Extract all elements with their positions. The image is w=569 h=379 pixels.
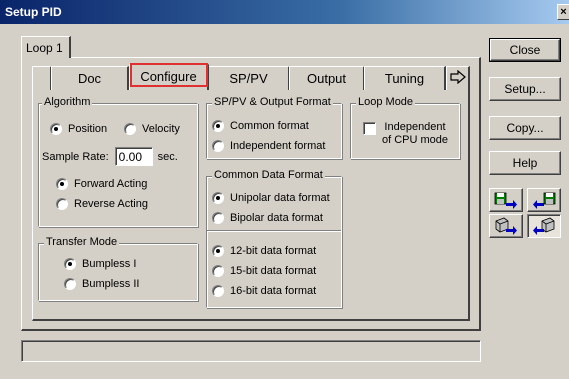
tab-loop-1-label: Loop 1 [26, 41, 63, 55]
transfer-mode-group [38, 243, 198, 301]
device-receive-icon [533, 217, 555, 235]
sppv-output-format-group-label: SP/PV & Output Format [212, 96, 333, 108]
bit12-option[interactable]: 12-bit data format [212, 245, 316, 257]
common-format-label: Common format [230, 120, 309, 132]
transfer-mode-group-label: Transfer Mode [44, 236, 120, 248]
reverse-acting-option[interactable]: Reverse Acting [56, 198, 148, 210]
setup-pid-window: Setup PID × Loop 1 Doc Configure SP/PV O… [0, 0, 569, 379]
tab-sppv-label: SP/PV [229, 71, 268, 86]
bumpless-1-label: Bumpless I [82, 258, 137, 270]
read-from-device-button[interactable] [527, 214, 561, 238]
algorithm-position-option[interactable]: Position [50, 123, 107, 135]
unipolar-label: Unipolar data format [230, 192, 330, 204]
sample-rate-row: Sample Rate: 0.00 sec. [42, 147, 178, 166]
common-data-format-group-label: Common Data Format [212, 169, 325, 181]
help-button[interactable]: Help [489, 151, 561, 175]
status-bar [21, 340, 481, 362]
position-label: Position [68, 123, 108, 135]
tab-scroll-right-button[interactable] [446, 66, 470, 90]
velocity-radio[interactable] [124, 123, 136, 135]
close-button[interactable]: Close [489, 38, 561, 62]
tab-sppv[interactable]: SP/PV [208, 66, 290, 90]
velocity-label: Velocity [142, 123, 180, 135]
setup-button[interactable]: Setup... [489, 77, 561, 101]
tab-doc-label: Doc [77, 71, 102, 86]
bipolar-radio[interactable] [212, 212, 224, 224]
bit15-radio[interactable] [212, 265, 224, 277]
tab-doc[interactable]: Doc [51, 66, 129, 90]
bit16-radio[interactable] [212, 285, 224, 297]
setup-button-label: Setup... [504, 82, 546, 96]
tab-output-label: Output [306, 71, 347, 86]
arrow-right-icon [449, 69, 466, 85]
bit12-label: 12-bit data format [230, 245, 317, 257]
common-format-option[interactable]: Common format [212, 120, 309, 132]
algorithm-group-label: Algorithm [42, 96, 93, 108]
save-to-plc-button[interactable] [489, 188, 523, 212]
sample-rate-unit: sec. [157, 150, 178, 163]
bumpless-1-option[interactable]: Bumpless I [64, 258, 136, 270]
bumpless-2-option[interactable]: Bumpless II [64, 278, 139, 290]
bit15-label: 15-bit data format [230, 265, 317, 277]
algorithm-velocity-option[interactable]: Velocity [124, 123, 180, 135]
forward-acting-option[interactable]: Forward Acting [56, 178, 147, 190]
tab-configure[interactable]: Configure [129, 63, 209, 90]
sample-rate-input[interactable]: 0.00 [114, 147, 153, 166]
bumpless-1-radio[interactable] [64, 258, 76, 270]
independent-cpu-mode-option[interactable]: Independent of CPU mode [363, 121, 448, 147]
independent-format-option[interactable]: Independent format [212, 140, 325, 152]
title-bar: Setup PID × [0, 0, 569, 24]
bipolar-option[interactable]: Bipolar data format [212, 212, 323, 224]
tab-focus-ring [130, 63, 208, 87]
reverse-acting-radio[interactable] [56, 198, 68, 210]
reverse-acting-label: Reverse Acting [74, 198, 148, 210]
floppy-send-icon [494, 192, 517, 209]
bipolar-label: Bipolar data format [230, 212, 323, 224]
tab-hidden-left[interactable] [32, 66, 52, 90]
independent-format-radio[interactable] [212, 140, 224, 152]
copy-button-label: Copy... [506, 121, 544, 135]
sample-rate-label: Sample Rate: [42, 150, 109, 163]
bit16-option[interactable]: 16-bit data format [212, 285, 316, 297]
position-radio[interactable] [50, 123, 62, 135]
independent-cpu-mode-line2: of CPU mode [382, 134, 449, 146]
bit12-radio[interactable] [212, 245, 224, 257]
tab-output[interactable]: Output [289, 66, 365, 90]
window-close-button[interactable]: × [557, 4, 569, 20]
independent-cpu-mode-label: Independent of CPU mode [382, 121, 448, 147]
floppy-receive-icon [533, 192, 556, 209]
window-title: Setup PID [5, 5, 62, 19]
loop-mode-group-label: Loop Mode [356, 96, 416, 108]
tab-tuning-label: Tuning [384, 71, 425, 86]
bumpless-2-label: Bumpless II [82, 278, 140, 290]
bit15-option[interactable]: 15-bit data format [212, 265, 316, 277]
unipolar-option[interactable]: Unipolar data format [212, 192, 330, 204]
bit16-label: 16-bit data format [230, 285, 317, 297]
load-from-plc-button[interactable] [527, 188, 561, 212]
independent-format-label: Independent format [230, 140, 326, 152]
close-button-label: Close [509, 43, 541, 57]
unipolar-radio[interactable] [212, 192, 224, 204]
device-send-icon [495, 217, 517, 235]
tab-loop-1[interactable]: Loop 1 [21, 36, 71, 58]
write-to-device-button[interactable] [489, 214, 523, 238]
independent-cpu-mode-line1: Independent [384, 121, 446, 133]
copy-button[interactable]: Copy... [489, 116, 561, 140]
close-icon: × [560, 6, 567, 18]
help-button-label: Help [512, 156, 538, 170]
bumpless-2-radio[interactable] [64, 278, 76, 290]
common-format-radio[interactable] [212, 120, 224, 132]
data-format-divider [207, 230, 341, 232]
tab-tuning[interactable]: Tuning [364, 66, 446, 90]
forward-acting-label: Forward Acting [74, 178, 148, 190]
forward-acting-radio[interactable] [56, 178, 68, 190]
independent-cpu-mode-checkbox[interactable] [363, 122, 376, 135]
